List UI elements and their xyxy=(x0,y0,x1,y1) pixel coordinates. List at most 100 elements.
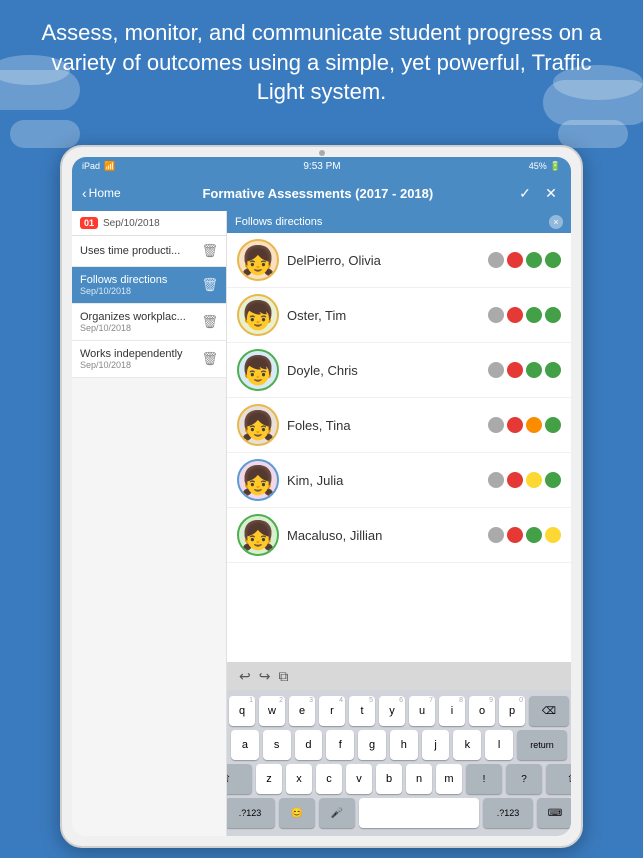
light-green-2[interactable] xyxy=(545,362,561,378)
key-l[interactable]: l xyxy=(485,730,513,760)
key-j[interactable]: j xyxy=(422,730,450,760)
battery-icon: 🔋 xyxy=(550,161,561,172)
keyboard: 1q 2w 3e 4r 5t 6y 7u 8i 9o 0p ⌫ a xyxy=(227,690,571,836)
traffic-lights-5[interactable] xyxy=(488,472,561,488)
keyboard-row-2: a s d f g h j k l return xyxy=(231,730,567,760)
sidebar-item-works-independently[interactable]: Works independently Sep/10/2018 🗑 xyxy=(72,341,226,378)
back-button[interactable]: ‹ Home xyxy=(82,185,121,201)
search-clear-button[interactable]: × xyxy=(549,215,563,229)
light-green[interactable] xyxy=(545,472,561,488)
traffic-lights-1[interactable] xyxy=(488,252,561,268)
key-k[interactable]: k xyxy=(453,730,481,760)
student-row[interactable]: 👧 Kim, Julia xyxy=(227,453,571,508)
light-green-2[interactable] xyxy=(545,252,561,268)
shift-right-key[interactable]: ⇧ xyxy=(546,764,571,794)
student-row[interactable]: 👧 DelPierro, Olivia xyxy=(227,233,571,288)
emoji-key[interactable]: 😊 xyxy=(279,798,315,828)
return-key[interactable]: return xyxy=(517,730,567,760)
light-gray[interactable] xyxy=(488,417,504,433)
delete-item-2-button[interactable]: 🗑 xyxy=(201,277,218,293)
light-red[interactable] xyxy=(507,307,523,323)
traffic-lights-2[interactable] xyxy=(488,307,561,323)
sidebar-item-name-2: Follows directions xyxy=(80,274,190,286)
student-row[interactable]: 👦 Oster, Tim xyxy=(227,288,571,343)
chevron-left-icon: ‹ xyxy=(82,185,87,201)
key-s[interactable]: s xyxy=(263,730,291,760)
student-name-5: Kim, Julia xyxy=(287,473,480,488)
shift-left-key[interactable]: ⇧ xyxy=(227,764,252,794)
traffic-lights-4[interactable] xyxy=(488,417,561,433)
bottom-toolbar: ↩ ↪ ⧉ xyxy=(227,662,571,690)
traffic-lights-3[interactable] xyxy=(488,362,561,378)
number-switch-key-left[interactable]: .?123 xyxy=(227,798,275,828)
copy-button[interactable]: ⧉ xyxy=(278,668,288,685)
date-label: Sep/10/2018 xyxy=(103,218,160,229)
key-p[interactable]: 0p xyxy=(499,696,525,726)
key-b[interactable]: b xyxy=(376,764,402,794)
student-row[interactable]: 👧 Foles, Tina xyxy=(227,398,571,453)
key-x[interactable]: x xyxy=(286,764,312,794)
key-w[interactable]: 2w xyxy=(259,696,285,726)
number-switch-key-right[interactable]: .?123 xyxy=(483,798,533,828)
delete-item-3-button[interactable]: 🗑 xyxy=(201,314,218,330)
student-row[interactable]: 👧 Macaluso, Jillian xyxy=(227,508,571,563)
light-green[interactable] xyxy=(526,307,542,323)
key-u[interactable]: 7u xyxy=(409,696,435,726)
key-y[interactable]: 6y xyxy=(379,696,405,726)
light-green[interactable] xyxy=(526,527,542,543)
light-red[interactable] xyxy=(507,417,523,433)
key-c[interactable]: c xyxy=(316,764,342,794)
light-gray[interactable] xyxy=(488,307,504,323)
key-f[interactable]: f xyxy=(326,730,354,760)
sidebar-item-organizes[interactable]: Organizes workplac... Sep/10/2018 🗑 xyxy=(72,304,226,341)
key-a[interactable]: a xyxy=(231,730,259,760)
student-row[interactable]: 👦 Doyle, Chris xyxy=(227,343,571,398)
key-i[interactable]: 8i xyxy=(439,696,465,726)
key-h[interactable]: h xyxy=(390,730,418,760)
key-q[interactable]: 1q xyxy=(229,696,255,726)
redo-button[interactable]: ↪ xyxy=(259,668,271,685)
light-gray[interactable] xyxy=(488,252,504,268)
key-n[interactable]: n xyxy=(406,764,432,794)
light-gray[interactable] xyxy=(488,362,504,378)
question-key[interactable]: ? xyxy=(506,764,542,794)
light-orange[interactable] xyxy=(526,417,542,433)
sidebar-item-uses-time[interactable]: Uses time producti... 🗑 xyxy=(72,236,226,267)
key-v[interactable]: v xyxy=(346,764,372,794)
exclamation-key[interactable]: ! xyxy=(466,764,502,794)
undo-button[interactable]: ↩ xyxy=(239,668,251,685)
key-g[interactable]: g xyxy=(358,730,386,760)
cancel-button[interactable]: ✕ xyxy=(541,183,561,203)
key-e[interactable]: 3e xyxy=(289,696,315,726)
traffic-lights-6[interactable] xyxy=(488,527,561,543)
light-green-2[interactable] xyxy=(545,307,561,323)
camera-dot xyxy=(319,150,325,156)
student-name-3: Doyle, Chris xyxy=(287,363,480,378)
key-z[interactable]: z xyxy=(256,764,282,794)
hero-text: Assess, monitor, and communicate student… xyxy=(40,18,603,107)
key-o[interactable]: 9o xyxy=(469,696,495,726)
delete-key[interactable]: ⌫ xyxy=(529,696,569,726)
confirm-button[interactable]: ✓ xyxy=(515,183,535,203)
space-key[interactable] xyxy=(359,798,479,828)
light-red[interactable] xyxy=(507,527,523,543)
mic-key[interactable]: 🎤 xyxy=(319,798,355,828)
key-r[interactable]: 4r xyxy=(319,696,345,726)
key-t[interactable]: 5t xyxy=(349,696,375,726)
delete-item-4-button[interactable]: 🗑 xyxy=(201,351,218,367)
light-gray[interactable] xyxy=(488,527,504,543)
light-red[interactable] xyxy=(507,472,523,488)
key-m[interactable]: m xyxy=(436,764,462,794)
light-green[interactable] xyxy=(526,252,542,268)
light-gray[interactable] xyxy=(488,472,504,488)
light-green[interactable] xyxy=(526,362,542,378)
light-yellow[interactable] xyxy=(545,527,561,543)
sidebar-item-follows-directions[interactable]: Follows directions Sep/10/2018 🗑 xyxy=(72,267,226,304)
key-d[interactable]: d xyxy=(295,730,323,760)
light-red[interactable] xyxy=(507,362,523,378)
delete-item-1-button[interactable]: 🗑 xyxy=(201,243,218,259)
light-yellow[interactable] xyxy=(526,472,542,488)
light-red[interactable] xyxy=(507,252,523,268)
keyboard-icon-key[interactable]: ⌨ xyxy=(537,798,571,828)
light-green[interactable] xyxy=(545,417,561,433)
